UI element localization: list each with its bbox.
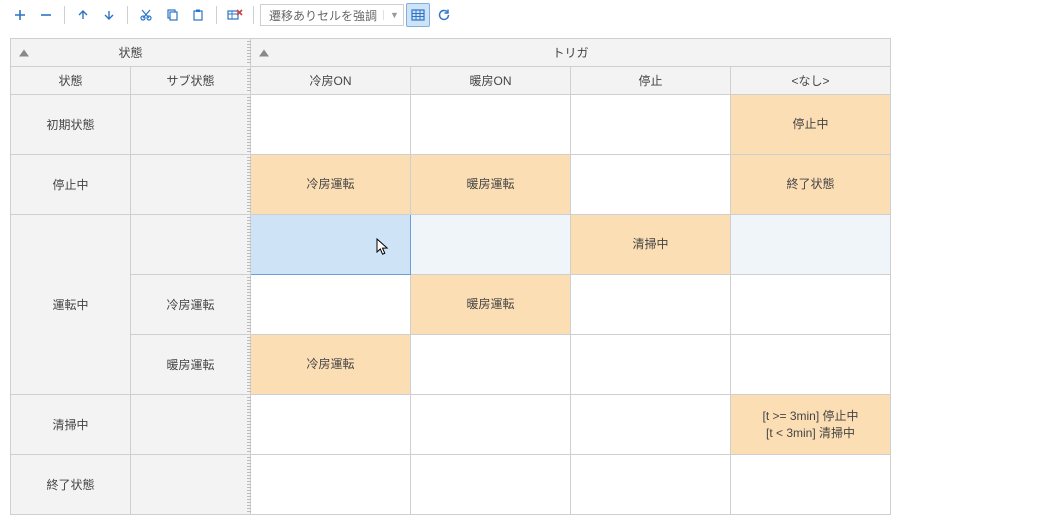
- cell: 停止中: [731, 95, 891, 155]
- chevron-down-icon: ▼: [383, 10, 399, 20]
- move-down-button[interactable]: [97, 3, 121, 27]
- table-row: 初期状態 停止中: [11, 95, 891, 155]
- state-transition-table-wrap: 状態 トリガ 状態 サブ状態 冷房ON 暖房ON 停止 <なし> 初期状態: [0, 30, 1062, 523]
- cell[interactable]: [731, 275, 891, 335]
- cell: 暖房運転: [411, 275, 571, 335]
- substate-header[interactable]: サブ状態: [131, 67, 251, 95]
- separator: [127, 6, 128, 24]
- cell[interactable]: [251, 95, 411, 155]
- separator: [64, 6, 65, 24]
- cell[interactable]: [571, 95, 731, 155]
- table-row: 暖房運転 冷房運転: [11, 335, 891, 395]
- refresh-button[interactable]: [432, 3, 456, 27]
- cell[interactable]: [411, 395, 571, 455]
- cell[interactable]: [731, 335, 891, 395]
- state-group-label: 状態: [118, 46, 142, 60]
- substate-cell[interactable]: 冷房運転: [131, 275, 251, 335]
- cursor-icon: [376, 238, 389, 256]
- cell: 冷房運転: [251, 335, 411, 395]
- table-row: 終了状態: [11, 455, 891, 515]
- table-row: 運転中 清掃中: [11, 215, 891, 275]
- state-cell[interactable]: 運転中: [11, 215, 131, 395]
- state-cell[interactable]: 清掃中: [11, 395, 131, 455]
- cell[interactable]: [571, 335, 731, 395]
- trigger-group-header[interactable]: トリガ: [251, 39, 891, 67]
- copy-button[interactable]: [160, 3, 184, 27]
- state-header[interactable]: 状態: [11, 67, 131, 95]
- collapse-icon: [259, 49, 269, 56]
- highlight-dropdown[interactable]: 遷移ありセルを強調 ▼: [260, 4, 404, 26]
- paste-button[interactable]: [186, 3, 210, 27]
- cell[interactable]: [411, 455, 571, 515]
- cell[interactable]: [251, 275, 411, 335]
- cell: 清掃中: [571, 215, 731, 275]
- table-row: 停止中 冷房運転 暖房運転 終了状態: [11, 155, 891, 215]
- substate-cell[interactable]: [131, 395, 251, 455]
- table-row: 清掃中 [t >= 3min] 停止中 [t < 3min] 清掃中: [11, 395, 891, 455]
- cell: [t >= 3min] 停止中 [t < 3min] 清掃中: [731, 395, 891, 455]
- cut-button[interactable]: [134, 3, 158, 27]
- remove-button[interactable]: [34, 3, 58, 27]
- cell[interactable]: [411, 335, 571, 395]
- trigger-header-cool-on[interactable]: 冷房ON: [251, 67, 411, 95]
- selected-cell[interactable]: [251, 215, 411, 275]
- trigger-group-label: トリガ: [552, 46, 588, 60]
- state-cell[interactable]: 停止中: [11, 155, 131, 215]
- substate-cell[interactable]: [131, 155, 251, 215]
- state-group-header[interactable]: 状態: [11, 39, 251, 67]
- state-cell[interactable]: 初期状態: [11, 95, 131, 155]
- collapse-icon: [19, 49, 29, 56]
- substate-cell[interactable]: 暖房運転: [131, 335, 251, 395]
- cell[interactable]: [731, 215, 891, 275]
- cell[interactable]: [251, 395, 411, 455]
- move-up-button[interactable]: [71, 3, 95, 27]
- substate-cell[interactable]: [131, 455, 251, 515]
- cell[interactable]: [731, 455, 891, 515]
- cell: 暖房運転: [411, 155, 571, 215]
- separator: [216, 6, 217, 24]
- toolbar: 遷移ありセルを強調 ▼: [0, 0, 1062, 30]
- substate-cell[interactable]: [131, 215, 251, 275]
- cell[interactable]: [571, 455, 731, 515]
- table-row: 冷房運転 暖房運転: [11, 275, 891, 335]
- trigger-header-none[interactable]: <なし>: [731, 67, 891, 95]
- cell[interactable]: [251, 455, 411, 515]
- cell[interactable]: [411, 95, 571, 155]
- trigger-header-heat-on[interactable]: 暖房ON: [411, 67, 571, 95]
- cell[interactable]: [411, 215, 571, 275]
- separator: [253, 6, 254, 24]
- add-button[interactable]: [8, 3, 32, 27]
- cell[interactable]: [571, 395, 731, 455]
- delete-cell-button[interactable]: [223, 3, 247, 27]
- substate-cell[interactable]: [131, 95, 251, 155]
- state-transition-table: 状態 トリガ 状態 サブ状態 冷房ON 暖房ON 停止 <なし> 初期状態: [10, 38, 891, 515]
- cell[interactable]: [571, 155, 731, 215]
- state-cell[interactable]: 終了状態: [11, 455, 131, 515]
- cell: 冷房運転: [251, 155, 411, 215]
- cell[interactable]: [571, 275, 731, 335]
- trigger-header-stop[interactable]: 停止: [571, 67, 731, 95]
- cell: 終了状態: [731, 155, 891, 215]
- grid-view-button[interactable]: [406, 3, 430, 27]
- dropdown-label: 遷移ありセルを強調: [269, 7, 377, 24]
